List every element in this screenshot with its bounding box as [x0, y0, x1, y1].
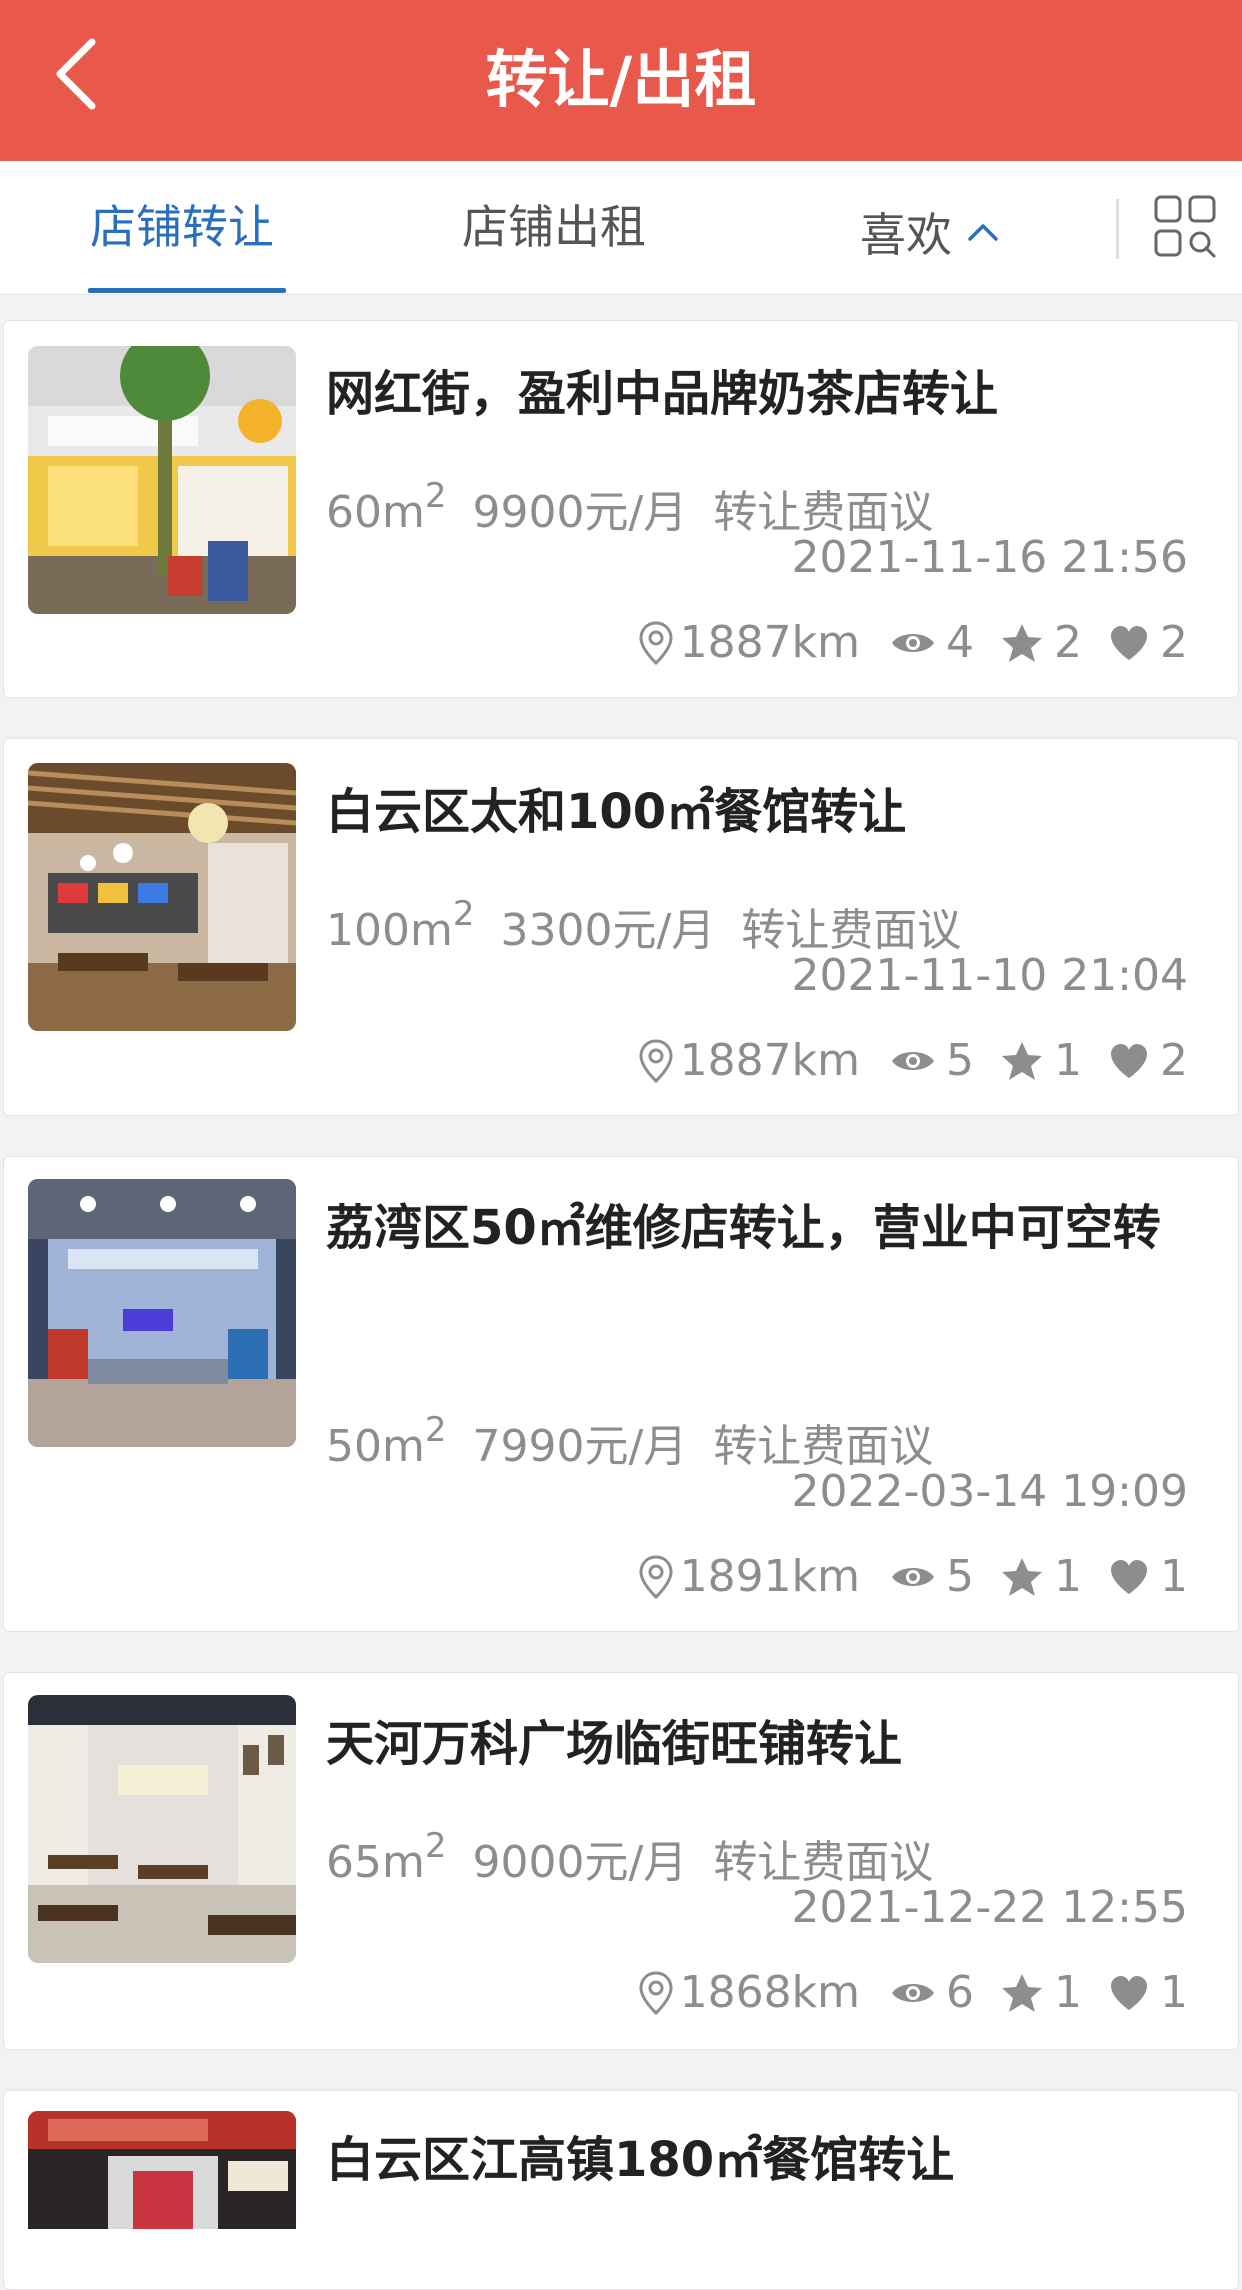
- tab-like-label: 喜欢: [860, 208, 952, 262]
- star-icon: [1002, 624, 1042, 662]
- listing-title: 白云区太和100㎡餐馆转让: [326, 784, 907, 840]
- listing-area: 50m: [326, 1421, 425, 1472]
- listing-stats: 1887km 5 1 2: [636, 1031, 1188, 1091]
- heart-icon: [1111, 1560, 1147, 1594]
- listing-stars: 2: [1054, 617, 1082, 668]
- grid-view-icon: [1154, 195, 1216, 258]
- listing-likes: 1: [1160, 1551, 1188, 1602]
- listing-thumbnail[interactable]: [28, 2111, 296, 2229]
- eye-icon: [892, 1568, 934, 1586]
- listing-likes: 2: [1160, 1035, 1188, 1086]
- listing-stats: 1891km 5 1 1: [636, 1547, 1188, 1607]
- active-tab-indicator: [88, 288, 286, 293]
- listing-views: 5: [946, 1551, 974, 1602]
- chevron-up-icon: [966, 195, 1000, 259]
- star-icon: [1002, 1042, 1042, 1080]
- listing-rent: 9900元/月: [472, 487, 688, 538]
- listing-stats: 1887km 4 2 2: [636, 613, 1188, 673]
- listing-title: 白云区江高镇180㎡餐馆转让: [326, 2132, 955, 2188]
- listing-thumbnail[interactable]: [28, 1695, 296, 1963]
- repair-shop-photo: [28, 1179, 296, 1447]
- listing-thumbnail[interactable]: [28, 1179, 296, 1447]
- listing-area: 100m: [326, 905, 453, 956]
- listing-distance: 1868km: [679, 1967, 860, 2018]
- location-pin-icon: [639, 1555, 673, 1600]
- listing-thumbnail[interactable]: [28, 346, 296, 614]
- location-pin-icon: [639, 1039, 673, 1084]
- listing-thumbnail[interactable]: [28, 763, 296, 1031]
- page-title: 转让/出租: [485, 43, 757, 116]
- listing-stars: 1: [1054, 1551, 1082, 1602]
- star-icon: [1002, 1558, 1042, 1596]
- listing-likes: 2: [1160, 617, 1188, 668]
- listing-views: 5: [946, 1035, 974, 1086]
- location-pin-icon: [639, 1971, 673, 2016]
- eye-icon: [892, 1984, 934, 2002]
- listing-stars: 1: [1054, 1967, 1082, 2018]
- grid-view-button[interactable]: [1150, 191, 1222, 263]
- eye-icon: [892, 1052, 934, 1070]
- listing-distance: 1887km: [679, 617, 860, 668]
- eye-icon: [892, 634, 934, 652]
- heart-icon: [1111, 1044, 1147, 1078]
- listing-date: 2021-12-22 12:55: [791, 1882, 1189, 1933]
- tab-shop-transfer[interactable]: 店铺转让: [90, 195, 274, 259]
- listing-stars: 1: [1054, 1035, 1082, 1086]
- listing-title: 网红街，盈利中品牌奶茶店转让: [326, 366, 999, 422]
- area-unit-superscript: 2: [424, 1410, 447, 1450]
- area-unit-superscript: 2: [424, 476, 447, 516]
- heart-icon: [1111, 626, 1147, 660]
- listing-title: 荔湾区50㎡维修店转让，营业中可空转: [326, 1200, 1161, 1256]
- listing-date: 2021-11-16 21:56: [791, 532, 1189, 583]
- listing-distance: 1887km: [679, 1035, 860, 1086]
- listing-date: 2021-11-10 21:04: [791, 950, 1189, 1001]
- listing-views: 6: [946, 1967, 974, 2018]
- app-header: 转让/出租: [0, 0, 1242, 161]
- restaurant-interior-photo: [28, 763, 296, 1031]
- area-unit-superscript: 2: [452, 894, 475, 934]
- listing-likes: 1: [1160, 1967, 1188, 2018]
- listing-distance: 1891km: [679, 1551, 860, 1602]
- listing-rent: 3300元/月: [500, 905, 716, 956]
- listing-title: 天河万科广场临街旺铺转让: [326, 1716, 903, 1772]
- listing-card[interactable]: 白云区江高镇180㎡餐馆转让: [3, 2090, 1239, 2290]
- tab-divider: [1116, 199, 1119, 259]
- listing-card[interactable]: 网红街，盈利中品牌奶茶店转让 60m2 9900元/月 转让费面议 2021-11-…: [3, 320, 1239, 698]
- listing-date: 2022-03-14 19:09: [791, 1466, 1189, 1517]
- crayfish-restaurant-photo: [28, 2111, 296, 2229]
- milk-tea-shop-photo: [28, 346, 296, 614]
- listing-area: 60m: [326, 487, 425, 538]
- listing-area: 65m: [326, 1837, 425, 1888]
- star-icon: [1002, 1974, 1042, 2012]
- listing-rent: 9000元/月: [472, 1837, 688, 1888]
- listing-card[interactable]: 白云区太和100㎡餐馆转让 100m2 3300元/月 转让费面议 2021-11-…: [3, 738, 1239, 1116]
- area-unit-superscript: 2: [424, 1826, 447, 1866]
- listing-views: 4: [946, 617, 974, 668]
- heart-icon: [1111, 1976, 1147, 2010]
- location-pin-icon: [639, 621, 673, 666]
- tab-bar: 店铺转让 店铺出租 喜欢: [0, 161, 1242, 295]
- listing-stats: 1868km 6 1 1: [636, 1963, 1188, 2023]
- listing-rent: 7990元/月: [472, 1421, 688, 1472]
- listing-card[interactable]: 荔湾区50㎡维修店转让，营业中可空转 50m2 7990元/月 转让费面议 2022…: [3, 1156, 1239, 1632]
- listing-card[interactable]: 天河万科广场临街旺铺转让 65m2 9000元/月 转让费面议 2021-12-22…: [3, 1672, 1239, 2050]
- tab-like-sort[interactable]: 喜欢: [860, 195, 1000, 267]
- dining-hall-photo: [28, 1695, 296, 1963]
- tab-shop-rent[interactable]: 店铺出租: [462, 195, 646, 259]
